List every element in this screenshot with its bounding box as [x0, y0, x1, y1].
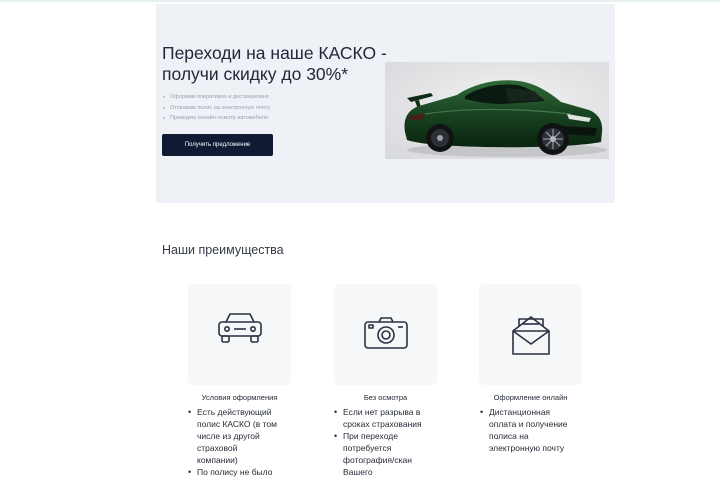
hero-benefit-item: Проведем онлайн-осмотр автомобиля [162, 113, 270, 124]
list-item: Если нет разрыва в сроках страхования [334, 406, 426, 430]
sports-car-illustration [385, 62, 609, 159]
list-item: Дистанционная оплата и получение полиса … [480, 406, 572, 454]
advantage-caption: Оформление онлайн [493, 393, 568, 402]
get-offer-button[interactable]: Получить предложение [162, 134, 273, 156]
advantage-card-no-inspection [334, 284, 437, 385]
advantage-card-online [479, 284, 582, 385]
hero-title-line-1: Переходи на наше КАСКО - [162, 43, 387, 63]
hero-title: Переходи на наше КАСКО - получи скидку д… [162, 43, 392, 85]
camera-icon [364, 317, 408, 349]
top-border-line [0, 0, 720, 2]
envelope-icon [512, 316, 550, 355]
list-item: По полису не было [188, 466, 280, 478]
hero-benefits-list: Оформим оперативно и дистанционно Отправ… [162, 92, 270, 124]
car-icon [218, 313, 262, 343]
sports-car-image [385, 62, 609, 159]
hero-benefit-item: Оформим оперативно и дистанционно [162, 92, 270, 103]
hero-title-line-2: получи скидку до 30%* [162, 64, 349, 84]
advantages-title: Наши преимущества [162, 243, 284, 257]
list-item: Есть действующий полис КАСКО (в том числ… [188, 406, 280, 466]
advantage-card-conditions [188, 284, 291, 385]
advantage-caption: Без осмотра [363, 393, 408, 402]
hero-banner: Переходи на наше КАСКО - получи скидку д… [156, 4, 615, 203]
advantage-caption: Условия оформления [201, 393, 278, 402]
advantage-list: Если нет разрыва в сроках страхования Пр… [334, 406, 426, 478]
list-item: При переходе потребуется фотография/скан… [334, 430, 426, 478]
advantage-list: Дистанционная оплата и получение полиса … [480, 406, 572, 454]
hero-benefit-item: Отправим полис на электронную почту [162, 103, 270, 114]
advantage-list: Есть действующий полис КАСКО (в том числ… [188, 406, 280, 478]
